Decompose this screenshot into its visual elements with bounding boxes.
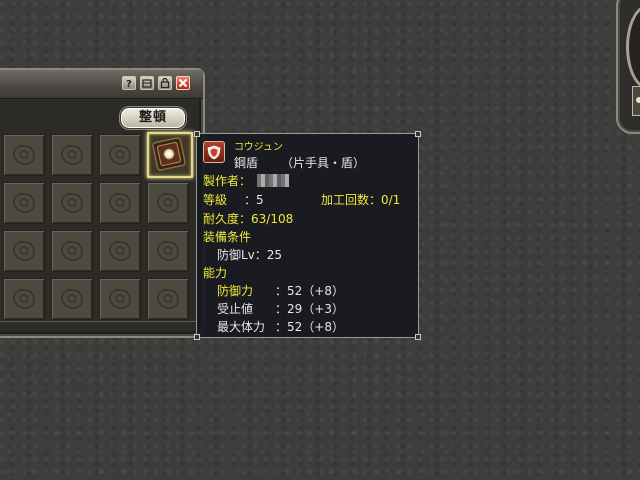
inventory-slot[interactable]: [99, 230, 141, 272]
inventory-window: ? 整頓: [0, 68, 205, 338]
inventory-slot[interactable]: [3, 134, 45, 176]
inventory-slot[interactable]: [51, 182, 93, 224]
inventory-slot[interactable]: [99, 134, 141, 176]
side-button[interactable]: [632, 86, 640, 116]
sort-button[interactable]: 整頓: [120, 107, 186, 129]
lock-button[interactable]: [158, 76, 172, 90]
tooltip-corner: [194, 131, 200, 137]
inventory-slot[interactable]: [3, 230, 45, 272]
requirement-header: 装備条件: [203, 230, 252, 244]
stat-value: ：52（+8）: [275, 320, 344, 334]
grade-label: 等級: [203, 193, 228, 207]
inventory-slot[interactable]: [147, 278, 189, 320]
inventory-slot[interactable]: [147, 182, 189, 224]
inventory-titlebar[interactable]: ?: [0, 70, 203, 99]
close-button[interactable]: [176, 76, 190, 90]
inventory-slot-selected[interactable]: [147, 132, 193, 178]
minimize-button[interactable]: [140, 76, 154, 90]
item-tooltip: コウジュン 鋼盾 （片手具・盾） 製作者： 等級 ：5 加工回数：0/1 耐久度…: [194, 131, 421, 340]
inventory-slot[interactable]: [99, 182, 141, 224]
requirement-line: 防御Lv：25: [217, 248, 283, 262]
stat-label: 最大体力: [217, 320, 266, 334]
tooltip-corner: [194, 334, 200, 340]
minimize-icon: [142, 79, 152, 88]
inventory-slot[interactable]: [3, 278, 45, 320]
inventory-slot[interactable]: [51, 230, 93, 272]
item-name: 鋼盾: [234, 156, 259, 170]
maker-name-blurred: [257, 174, 289, 187]
inventory-slot[interactable]: [51, 134, 93, 176]
stat-value: ：29（+3）: [275, 302, 344, 316]
shield-badge-icon: [203, 141, 225, 163]
inventory-slot[interactable]: [51, 278, 93, 320]
tooltip-corner: [415, 131, 421, 137]
shield-icon: [152, 137, 186, 171]
help-button[interactable]: ?: [122, 76, 136, 90]
lock-icon: [160, 78, 170, 88]
stat-label: 防御力: [217, 284, 254, 298]
stats-header: 能力: [203, 266, 228, 280]
item-type: （片手具・盾）: [281, 156, 366, 170]
window-frame-edge: [0, 321, 203, 336]
inventory-slot[interactable]: [147, 230, 189, 272]
svg-text:?: ?: [126, 79, 132, 88]
question-icon: ?: [126, 79, 132, 88]
tooltip-corner: [415, 334, 421, 340]
craft-count: 加工回数：0/1: [321, 193, 401, 207]
close-icon: [178, 78, 188, 88]
stat-label: 受止値: [217, 302, 254, 316]
stat-value: ：52（+8）: [275, 284, 344, 298]
inventory-slot[interactable]: [3, 182, 45, 224]
grade-value: ：5: [244, 193, 264, 207]
item-reading: コウジュン: [234, 142, 283, 153]
maker-label: 製作者：: [203, 174, 252, 188]
durability: 耐久度：63/108: [203, 212, 294, 226]
inventory-slot[interactable]: [99, 278, 141, 320]
